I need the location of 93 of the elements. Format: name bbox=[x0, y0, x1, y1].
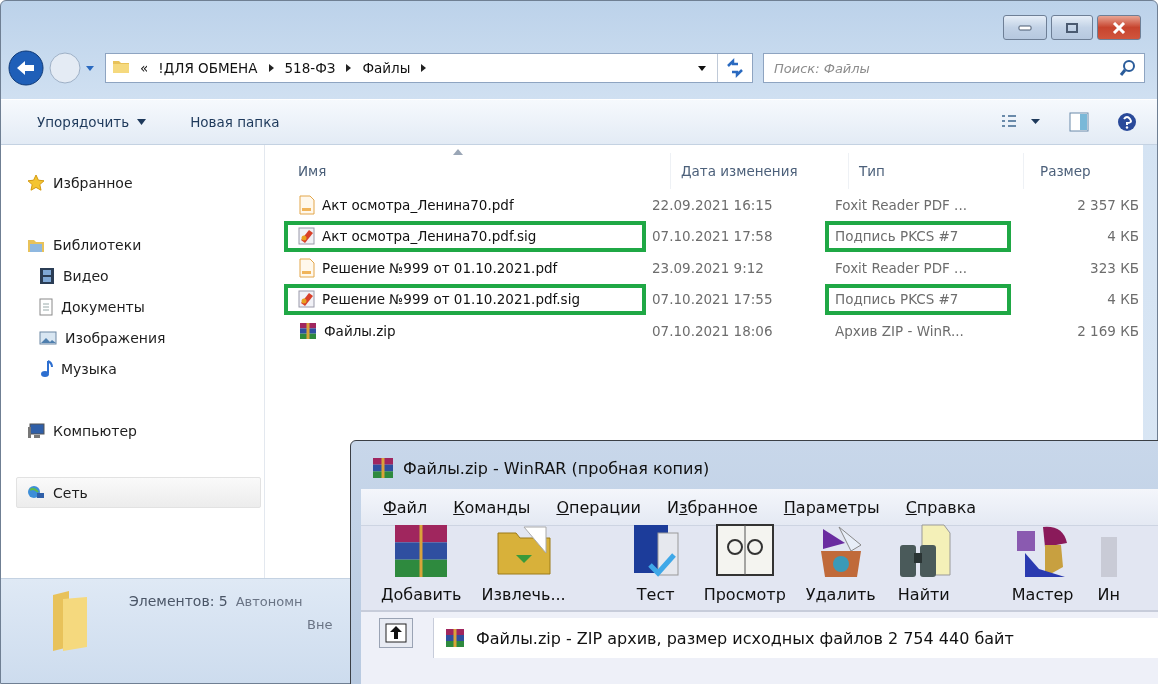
file-name-cell[interactable]: Акт осмотра_Ленина70.pdf bbox=[284, 189, 646, 221]
item-count: Элементов: 5 bbox=[129, 593, 228, 609]
nav-pane-item[interactable]: Компьютер bbox=[16, 415, 261, 446]
nav-pane-item[interactable]: Изображения bbox=[16, 322, 261, 353]
picture-icon bbox=[39, 330, 57, 345]
dropdown-caret-icon bbox=[85, 64, 95, 72]
type-cell-text: Foxit Reader PDF ... bbox=[834, 258, 968, 278]
star-icon bbox=[27, 173, 45, 192]
toolbar-button[interactable]: Тест bbox=[621, 523, 690, 604]
nav-pane-item[interactable]: Избранное bbox=[16, 167, 261, 198]
type-cell-text: Архив ZIP - WinR... bbox=[834, 321, 965, 341]
toolbar-button[interactable]: Новая папка bbox=[190, 114, 280, 130]
breadcrumb-item[interactable]: 518-ФЗ bbox=[284, 60, 336, 76]
search-field[interactable]: Поиск: Файлы bbox=[763, 53, 1145, 83]
file-name-cell[interactable]: Файлы.zip bbox=[284, 315, 646, 347]
organize-menu[interactable]: Упорядочить bbox=[37, 114, 147, 130]
path-field[interactable]: Файлы.zip - ZIP архив, размер исходных файлов 2 754 440 байт bbox=[433, 618, 1158, 658]
file-name-cell[interactable]: Акт осмотра_Ленина70.pdf.sig bbox=[284, 220, 646, 252]
network-globe-icon bbox=[27, 484, 45, 501]
type-cell: Подпись PKCS #7 bbox=[825, 283, 1011, 315]
nav-pane-item[interactable]: Сеть bbox=[16, 477, 261, 508]
toolbar-button[interactable]: Найти bbox=[889, 523, 958, 604]
window-title: Файлы.zip - WinRAR (пробная копия) bbox=[403, 458, 710, 478]
archive-icon bbox=[298, 320, 318, 341]
address-bar[interactable]: « !ДЛЯ ОБМЕНА 518-ФЗ Файлы bbox=[105, 53, 753, 83]
toolbar-button[interactable]: Ин bbox=[1091, 523, 1126, 604]
toolbar-button[interactable]: Удалить bbox=[799, 523, 882, 604]
date-cell-text: 07.10.2021 17:58 bbox=[651, 227, 774, 247]
size-cell-text: 2 357 КБ bbox=[1076, 195, 1139, 215]
offline-status: Автономн bbox=[235, 594, 303, 609]
date-cell-text: 07.10.2021 17:55 bbox=[651, 290, 774, 310]
size-cell-text: 2 169 КБ bbox=[1076, 321, 1139, 341]
pdf-file-icon bbox=[298, 257, 316, 278]
column-header[interactable]: Тип bbox=[848, 153, 1023, 189]
computer-icon bbox=[27, 422, 45, 439]
menu-item[interactable]: Избранное bbox=[666, 497, 758, 517]
size-cell-text: 323 КБ bbox=[1089, 258, 1139, 278]
menu-item[interactable]: Параметры bbox=[783, 497, 880, 517]
winrar-icon bbox=[371, 456, 395, 480]
file-name-cell[interactable]: Решение №999 от 01.10.2021.pdf.sig bbox=[284, 283, 646, 315]
music-note-icon bbox=[39, 359, 53, 378]
caret-icon bbox=[137, 119, 147, 125]
minimize-button[interactable] bbox=[1003, 15, 1047, 40]
search-icon bbox=[1119, 59, 1137, 77]
availability-status: Вне bbox=[307, 617, 333, 632]
minimize-icon bbox=[1018, 24, 1032, 31]
close-icon bbox=[1112, 21, 1126, 34]
toolbar-button[interactable]: Просмотр bbox=[697, 523, 792, 604]
toolbar-button[interactable]: Извлечь... bbox=[475, 523, 572, 604]
toolbar-button[interactable]: Мастер bbox=[1005, 523, 1080, 604]
menu-item[interactable]: Команды bbox=[453, 497, 531, 517]
up-folder-button[interactable] bbox=[379, 618, 413, 648]
signature-file-icon bbox=[298, 226, 316, 247]
pdf-file-icon bbox=[298, 194, 316, 215]
chevron-right-icon bbox=[267, 63, 275, 73]
type-cell-text: Foxit Reader PDF ... bbox=[834, 195, 968, 215]
breadcrumb-item[interactable]: !ДЛЯ ОБМЕНА bbox=[158, 60, 258, 76]
back-button[interactable] bbox=[7, 49, 45, 87]
document-icon bbox=[39, 297, 53, 316]
preview-pane-icon bbox=[1069, 112, 1089, 132]
nav-pane-item[interactable]: Документы bbox=[16, 291, 261, 322]
close-button[interactable] bbox=[1097, 15, 1141, 40]
date-cell-text: 23.09.2021 9:12 bbox=[651, 258, 765, 278]
file-name-cell[interactable]: Решение №999 от 01.10.2021.pdf bbox=[284, 252, 646, 284]
menu-item[interactable]: Справка bbox=[905, 497, 977, 517]
chevron-right-icon bbox=[345, 63, 353, 73]
view-options-icon bbox=[1001, 114, 1041, 130]
size-cell-text: 4 КБ bbox=[1106, 290, 1139, 310]
type-cell: Подпись PKCS #7 bbox=[825, 220, 1011, 252]
breadcrumb-item[interactable]: Файлы bbox=[362, 60, 411, 76]
archive-books-icon bbox=[393, 523, 450, 579]
maximize-icon bbox=[1066, 22, 1078, 33]
sort-arrow-icon bbox=[453, 149, 463, 155]
size-cell-text: 4 КБ bbox=[1106, 227, 1139, 247]
date-cell-text: 22.09.2021 16:15 bbox=[651, 195, 774, 215]
column-header[interactable]: Дата изменения bbox=[670, 153, 848, 189]
nav-pane-item[interactable]: Музыка bbox=[16, 353, 261, 384]
signature-file-icon bbox=[298, 289, 316, 310]
dropdown-caret-icon bbox=[697, 64, 707, 72]
maximize-button[interactable] bbox=[1051, 15, 1093, 40]
menu-item[interactable]: Операции bbox=[556, 497, 641, 517]
archive-icon bbox=[444, 627, 466, 649]
column-header[interactable]: Имя bbox=[285, 153, 670, 189]
chevron-right-icon bbox=[420, 63, 428, 73]
nav-pane-item[interactable]: Видео bbox=[16, 260, 261, 291]
nav-pane-item[interactable]: Библиотеки bbox=[16, 229, 261, 260]
column-header[interactable]: Размер bbox=[1023, 153, 1143, 189]
date-cell-text: 07.10.2021 18:06 bbox=[651, 321, 774, 341]
help-icon bbox=[1117, 112, 1137, 132]
toolbar-button[interactable]: Добавить bbox=[375, 523, 468, 604]
menu-item[interactable]: Файл bbox=[383, 497, 428, 517]
film-icon bbox=[39, 266, 55, 285]
overflow-chevron[interactable]: « bbox=[140, 60, 149, 76]
